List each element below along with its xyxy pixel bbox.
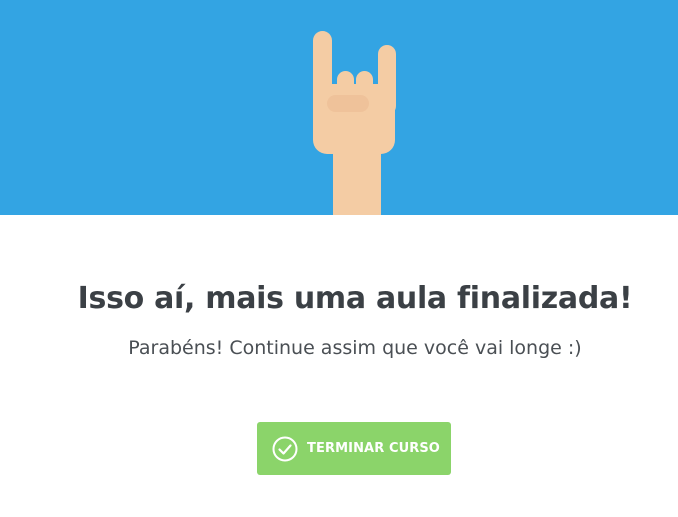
page-title: Isso aí, mais uma aula finalizada!: [77, 281, 633, 316]
finish-course-button[interactable]: TERMINAR CURSO: [257, 422, 451, 475]
hero-banner: [0, 0, 678, 215]
rock-hand-icon: [313, 31, 396, 215]
lesson-complete-page: Isso aí, mais uma aula finalizada! Parab…: [0, 0, 678, 517]
finish-course-label: TERMINAR CURSO: [307, 441, 440, 456]
page-subtitle: Parabéns! Continue assim que você vai lo…: [128, 337, 582, 359]
check-circle-icon: [272, 436, 298, 461]
